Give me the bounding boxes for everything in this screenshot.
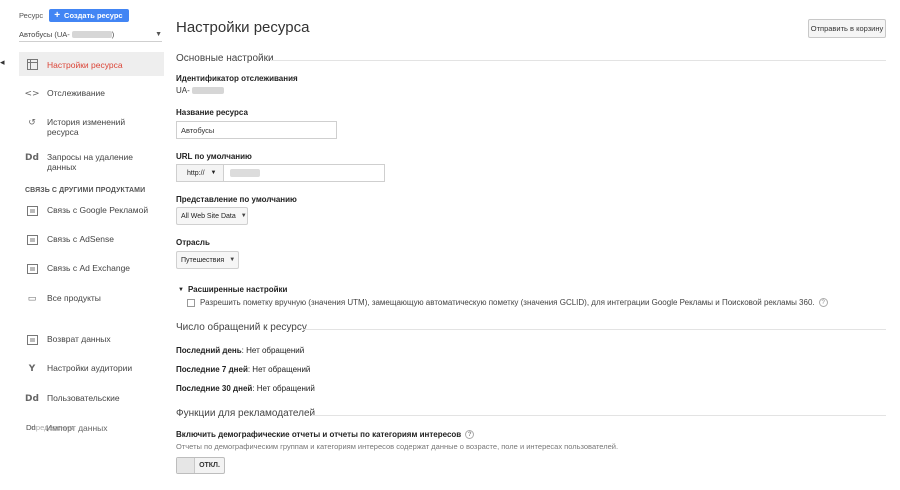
help-icon[interactable]: ?: [818, 298, 828, 307]
account-select-label: Автобусы (UA-: [19, 30, 70, 39]
caret-down-icon: ▼: [155, 31, 162, 38]
stat-last-30-days: Последние 30 дней: Нет обращений: [176, 384, 315, 393]
default-url-input[interactable]: [224, 165, 384, 181]
sidebar-item-label: Связь с Google Рекламой: [47, 205, 149, 215]
default-view-value: All Web Site Data: [181, 212, 236, 220]
default-view-select[interactable]: All Web Site Data ▼: [176, 207, 248, 225]
resource-row: Ресурс + Создать ресурс: [19, 9, 129, 22]
redacted-id: [71, 31, 112, 38]
history-icon: ↺: [28, 118, 36, 128]
default-view-label: Представление по умолчанию: [176, 195, 297, 204]
sidebar-item-google-ads[interactable]: Связь с Google Рекламой: [19, 204, 164, 218]
url-protocol-select[interactable]: http:// ▼: [177, 165, 224, 181]
industry-label: Отрасль: [176, 238, 210, 247]
property-name-label: Название ресурса: [176, 108, 248, 117]
tracking-id-prefix: UA-: [176, 86, 190, 95]
default-url-field: http:// ▼: [176, 164, 385, 182]
manual-tagging-label: Разрешить пометку вручную (значения UTM)…: [200, 298, 815, 307]
stat-period: Последний день: [176, 346, 242, 355]
section-product-linking: СВЯЗЬ С ДРУГИМИ ПРОДУКТАМИ: [25, 187, 146, 194]
sidebar-item-tracking[interactable]: <> Отслеживание: [19, 87, 164, 101]
sidebar-item-property-settings[interactable]: Настройки ресурса: [19, 52, 164, 76]
table-icon: [25, 57, 39, 71]
sidebar-item-label: Связь с AdSense: [47, 234, 114, 244]
sidebar-item-label: Связь с Ad Exchange: [47, 263, 131, 273]
demographics-title-text: Включить демографические отчеты и отчеты…: [176, 430, 462, 439]
sidebar-item-label: Все продукты: [47, 293, 101, 303]
account-select[interactable]: Автобусы (UA-) ▼: [19, 28, 162, 42]
manual-tagging-option: Разрешить пометку вручную (значения UTM)…: [187, 298, 828, 307]
industry-value: Путешествия: [181, 256, 225, 264]
sidebar-item-label: История изменений ресурса: [47, 117, 126, 137]
sidebar-item-change-history[interactable]: ↺ История изменений ресурса: [19, 116, 164, 137]
stat-last-day: Последний день: Нет обращений: [176, 346, 304, 355]
sidebar-item-label: Пользовательские: [47, 393, 120, 403]
sidebar-item-audience[interactable]: Y Настройки аудитории: [19, 362, 164, 376]
advanced-settings-title: Расширенные настройки: [187, 285, 288, 294]
resource-label: Ресурс: [19, 11, 44, 20]
triangle-down-icon: ▼: [178, 286, 184, 293]
caret-down-icon: ▼: [229, 257, 236, 263]
hits-heading: Число обращений к ресурсу: [176, 322, 307, 333]
caret-down-icon: ▼: [210, 170, 217, 176]
sidebar-item-postbacks[interactable]: Возврат данных: [19, 333, 164, 347]
industry-select[interactable]: Путешествия ▼: [176, 251, 239, 269]
code-icon: <>: [24, 89, 40, 99]
tracking-id-value: UA-: [176, 86, 224, 95]
default-url-label: URL по умолчанию: [176, 152, 252, 161]
stat-value: : Нет обращений: [241, 346, 305, 355]
create-resource-button[interactable]: + Создать ресурс: [49, 9, 129, 22]
sidebar-item-label: Запросы на удаление данных: [47, 152, 133, 172]
sidebar-item-custom[interactable]: Dd Пользовательские: [19, 392, 164, 406]
divider: [311, 415, 886, 416]
demographics-toggle[interactable]: ОТКЛ.: [176, 457, 225, 474]
divider: [271, 60, 886, 61]
stat-period: Последние 30 дней: [176, 384, 253, 393]
sidebar-item-adsense[interactable]: Связь с AdSense: [19, 233, 164, 247]
tracking-id-label: Идентификатор отслеживания: [176, 74, 298, 83]
dd-icon: Dd: [25, 153, 39, 163]
stat-value: : Нет обращений: [252, 384, 315, 393]
property-name-input[interactable]: Автобусы: [176, 121, 337, 139]
move-to-trash-button[interactable]: Отправить в корзину: [808, 19, 886, 38]
divider: [304, 329, 886, 330]
data-return-icon: [25, 333, 39, 347]
demographics-description: Отчеты по демографическим группам и кате…: [176, 442, 619, 451]
manual-tagging-checkbox[interactable]: [187, 298, 195, 307]
page-title: Настройки ресурса: [176, 19, 310, 36]
url-protocol-value: http://: [187, 169, 205, 177]
adexchange-icon: [25, 262, 39, 276]
demographics-title: Включить демографические отчеты и отчеты…: [176, 430, 475, 439]
ads-icon: [25, 204, 39, 218]
stat-period: Последние 7 дней: [176, 365, 248, 374]
collapse-arrow-icon[interactable]: ◂: [0, 55, 9, 69]
create-resource-label: Создать ресурс: [64, 11, 123, 20]
dd-icon: Dd: [25, 394, 39, 404]
basic-settings-heading: Основные настройки: [176, 53, 274, 64]
plus-icon: +: [54, 10, 61, 21]
toggle-state: ОТКЛ.: [199, 462, 220, 469]
audience-icon: Y: [28, 364, 36, 374]
stat-value: : Нет обращений: [247, 365, 311, 374]
adsense-icon: [25, 233, 39, 247]
sidebar-item-all-products[interactable]: ▭ Все продукты: [19, 292, 164, 306]
sidebar-item-label: Отслеживание: [47, 88, 106, 98]
advanced-settings-toggle[interactable]: ▼ Расширенные настройки: [178, 285, 287, 294]
sidebar-item-label: Возврат данных: [47, 334, 111, 344]
redacted-url: [230, 169, 260, 177]
sidebar-item-label: Настройки ресурса: [47, 59, 123, 70]
toggle-knob: [177, 458, 195, 473]
help-icon[interactable]: ?: [465, 430, 475, 439]
caret-down-icon: ▼: [240, 213, 247, 219]
sidebar-item-definitions[interactable]: Определения: [26, 423, 73, 432]
advertiser-features-heading: Функции для рекламодателей: [176, 408, 316, 419]
sidebar: Ресурс + Создать ресурс Автобусы (UA-) ▼…: [0, 0, 164, 490]
stat-last-7-days: Последние 7 дней: Нет обращений: [176, 365, 310, 374]
sidebar-item-ad-exchange[interactable]: Связь с Ad Exchange: [19, 262, 164, 276]
redacted-id: [191, 87, 224, 94]
products-icon: ▭: [27, 294, 37, 304]
sidebar-item-label: Настройки аудитории: [47, 363, 133, 373]
sidebar-item-data-deletion[interactable]: Dd Запросы на удаление данных: [19, 151, 164, 172]
